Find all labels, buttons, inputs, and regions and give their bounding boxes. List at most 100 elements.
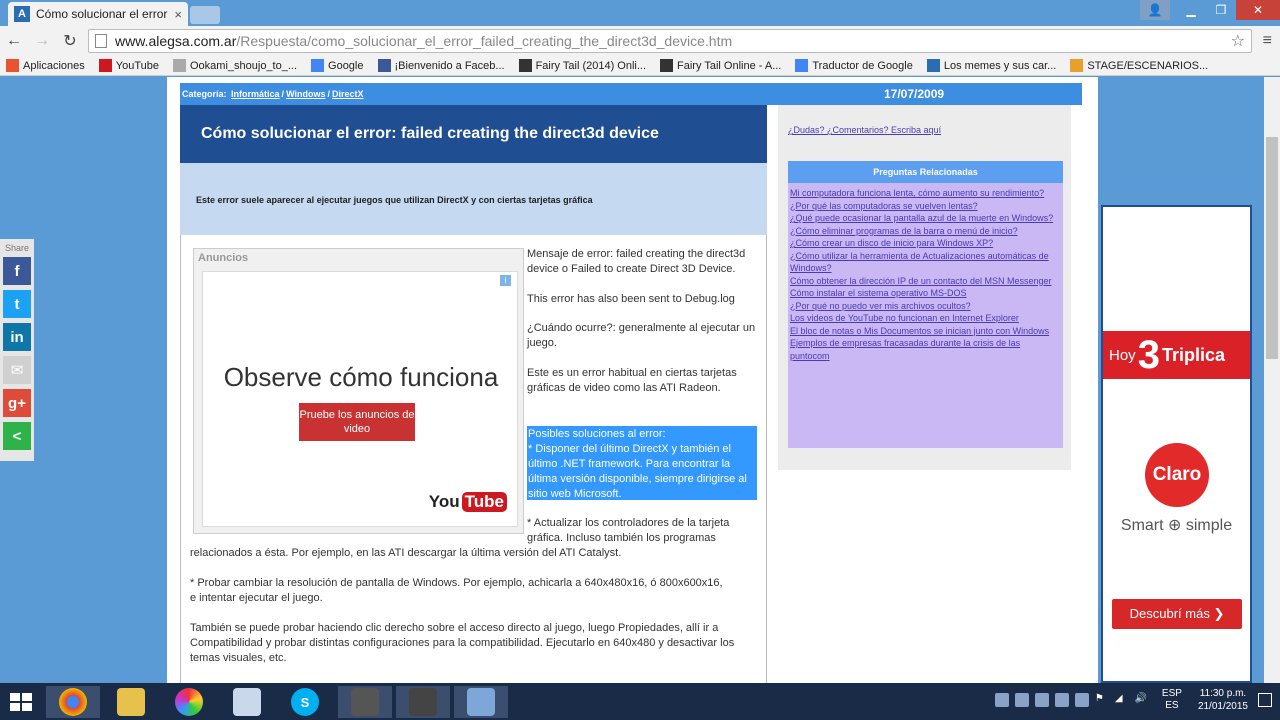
bookmark-item[interactable]: Aplicaciones	[6, 59, 85, 72]
tray-icon[interactable]	[1074, 693, 1089, 707]
facebook-share-button[interactable]: f	[3, 257, 31, 285]
windows-start-icon[interactable]	[6, 689, 36, 715]
related-question-link[interactable]: Ejemplos de empresas fracasadas durante …	[790, 337, 1061, 362]
share-bar: Share f t in ✉ g+ <	[0, 239, 34, 461]
taskbar-chrome[interactable]	[46, 686, 100, 718]
related-question-link[interactable]: ¿Cómo eliminar programas de la barra o m…	[790, 225, 1061, 238]
alegsa-favicon-icon: A	[14, 6, 30, 22]
youtube-logo-tube: Tube	[461, 492, 507, 512]
ad-info-icon[interactable]: i	[500, 275, 511, 286]
ti-icon	[926, 59, 940, 72]
ad-label: Anuncios	[198, 252, 249, 264]
tray-icon[interactable]	[1014, 693, 1029, 707]
input-language[interactable]: ESP ES	[1162, 688, 1182, 712]
video-ad[interactable]: Anuncios i Observe cómo funciona Pruebe …	[193, 248, 524, 534]
related-question-link[interactable]: Cómo instalar el sistema operativo MS-DO…	[790, 287, 1061, 300]
paragraph-debug-log: This error has also been sent to Debug.l…	[527, 293, 735, 305]
address-bar[interactable]: www.alegsa.com.ar/Respuesta/como_solucio…	[88, 29, 1252, 53]
bookmark-item[interactable]: Fairy Tail Online - A...	[660, 59, 781, 72]
related-question-link[interactable]: ¿Qué puede ocasionar la pantalla azul de…	[790, 212, 1061, 225]
taskbar-picasa[interactable]	[162, 686, 216, 718]
category-bar: Categoría: Informática / Windows / Direc…	[180, 83, 1082, 105]
bookmark-item[interactable]: Ookami_shoujo_to_...	[173, 59, 297, 72]
bookmark-item[interactable]: ¡Bienvenido a Faceb...	[377, 59, 505, 72]
reload-icon[interactable]: ↻	[56, 31, 84, 51]
volume-icon[interactable]: 🔊	[1135, 693, 1149, 707]
tray-icon[interactable]	[994, 693, 1009, 707]
network-icon[interactable]: ◢	[1115, 693, 1129, 707]
show-desktop-icon[interactable]	[1258, 693, 1272, 707]
fairytail-icon	[518, 59, 532, 72]
new-tab-button[interactable]	[190, 6, 220, 24]
taskbar-paint[interactable]	[220, 686, 274, 718]
paragraph-error-message: Mensaje de error: failed creating the di…	[527, 248, 746, 275]
googleplus-share-button[interactable]: g+	[3, 389, 31, 417]
back-icon[interactable]: ←	[0, 32, 28, 50]
browser-tab[interactable]: A Cómo solucionar el error ×	[8, 2, 188, 26]
ad-creative[interactable]: i Observe cómo funciona Pruebe los anunc…	[202, 271, 518, 527]
twitter-share-button[interactable]: t	[3, 290, 31, 318]
more-share-button[interactable]: <	[3, 422, 31, 450]
claro-discover-button[interactable]: Descubrí más ❯	[1112, 599, 1242, 629]
claro-ad[interactable]: Hoy 3 Triplica Claro Smart ⊕ simple Desc…	[1101, 205, 1252, 683]
system-clock[interactable]: 11:30 p.m. 21/01/2015	[1198, 687, 1248, 713]
category-separator: /	[327, 89, 330, 99]
category-link-directx[interactable]: DirectX	[332, 89, 364, 99]
taskbar-skype[interactable]: S	[278, 686, 332, 718]
youtube-logo-you: You	[428, 492, 460, 511]
selected-text-solutions[interactable]: Posibles soluciones al error: * Disponer…	[527, 426, 757, 500]
category-link-informatica[interactable]: Informática	[231, 89, 280, 99]
bookmark-item[interactable]: Los memes y sus car...	[926, 59, 1056, 72]
article-summary: Este error suele aparecer al ejecutar ju…	[180, 163, 767, 235]
taskbar-app-1[interactable]	[338, 686, 392, 718]
browser-toolbar: ← → ↻ www.alegsa.com.ar/Respuesta/como_s…	[0, 26, 1280, 56]
taskbar-app-3[interactable]	[454, 686, 508, 718]
restore-button[interactable]: ❐	[1206, 0, 1236, 20]
category-label: Categoría:	[182, 89, 227, 99]
bookmark-star-icon[interactable]: ☆	[1231, 31, 1245, 51]
related-question-link[interactable]: ¿Por qué no puedo ver mis archivos ocult…	[790, 300, 1061, 313]
tray-icon[interactable]	[1034, 693, 1049, 707]
bookmark-item[interactable]: STAGE/ESCENARIOS...	[1070, 59, 1208, 72]
related-question-link[interactable]: Los videos de YouTube no funcionan en In…	[790, 312, 1061, 325]
page-scrollbar[interactable]	[1264, 77, 1280, 683]
tray-icon[interactable]	[1054, 693, 1069, 707]
facebook-icon	[377, 59, 391, 72]
ask-comments-link[interactable]: ¿Dudas? ¿Comentarios? Escriba aquí	[788, 125, 941, 135]
taskbar-explorer[interactable]	[104, 686, 158, 718]
translate-icon	[795, 59, 809, 72]
minimize-button[interactable]: ▁	[1176, 0, 1206, 20]
ad-try-button[interactable]: Pruebe los anuncios de video	[299, 403, 415, 441]
page-icon	[95, 34, 107, 48]
related-question-link[interactable]: Mi computadora funciona lenta, cómo aume…	[790, 187, 1061, 200]
taskbar-app-2[interactable]	[396, 686, 450, 718]
scrollbar-thumb[interactable]	[1266, 137, 1278, 359]
youtube-logo-icon: You Tube	[429, 492, 507, 512]
category-link-windows[interactable]: Windows	[286, 89, 325, 99]
page-viewport: Categoría: Informática / Windows / Direc…	[0, 77, 1280, 683]
chrome-menu-icon[interactable]: ≡	[1263, 32, 1272, 50]
ad-headline: Observe cómo funciona	[223, 362, 499, 392]
related-question-link[interactable]: El bloc de notas o Mis Documentos se ini…	[790, 325, 1061, 338]
bookmark-item[interactable]: Fairy Tail (2014) Onli...	[518, 59, 646, 72]
paragraph-resolution: * Probar cambiar la resolución de pantal…	[190, 577, 723, 604]
forward-icon[interactable]: →	[28, 32, 56, 50]
user-profile-icon[interactable]: 👤	[1140, 0, 1170, 20]
tab-close-icon[interactable]: ×	[174, 7, 182, 22]
bookmark-item[interactable]: Google	[311, 59, 364, 72]
share-label: Share	[4, 243, 30, 253]
bookmark-item[interactable]: Traductor de Google	[795, 59, 913, 72]
flag-icon[interactable]: ⚑	[1095, 693, 1109, 707]
email-share-button[interactable]: ✉	[3, 356, 31, 384]
related-question-link[interactable]: Cómo obtener la dirección IP de un conta…	[790, 275, 1061, 288]
related-question-link[interactable]: ¿Por qué las computadoras se vuelven len…	[790, 200, 1061, 213]
related-question-link[interactable]: ¿Cómo crear un disco de inicio para Wind…	[790, 237, 1061, 250]
ad-triplica: Triplica	[1161, 344, 1225, 365]
linkedin-share-button[interactable]: in	[3, 323, 31, 351]
chrome-icon	[59, 688, 87, 716]
paragraph-ati: Este es un error habitual en ciertas tar…	[527, 367, 737, 394]
bookmark-item[interactable]: YouTube	[98, 59, 159, 72]
folder-icon	[117, 688, 145, 716]
window-close-button[interactable]: ✕	[1236, 0, 1280, 20]
related-question-link[interactable]: ¿Cómo utilizar la herramienta de Actuali…	[790, 250, 1061, 275]
